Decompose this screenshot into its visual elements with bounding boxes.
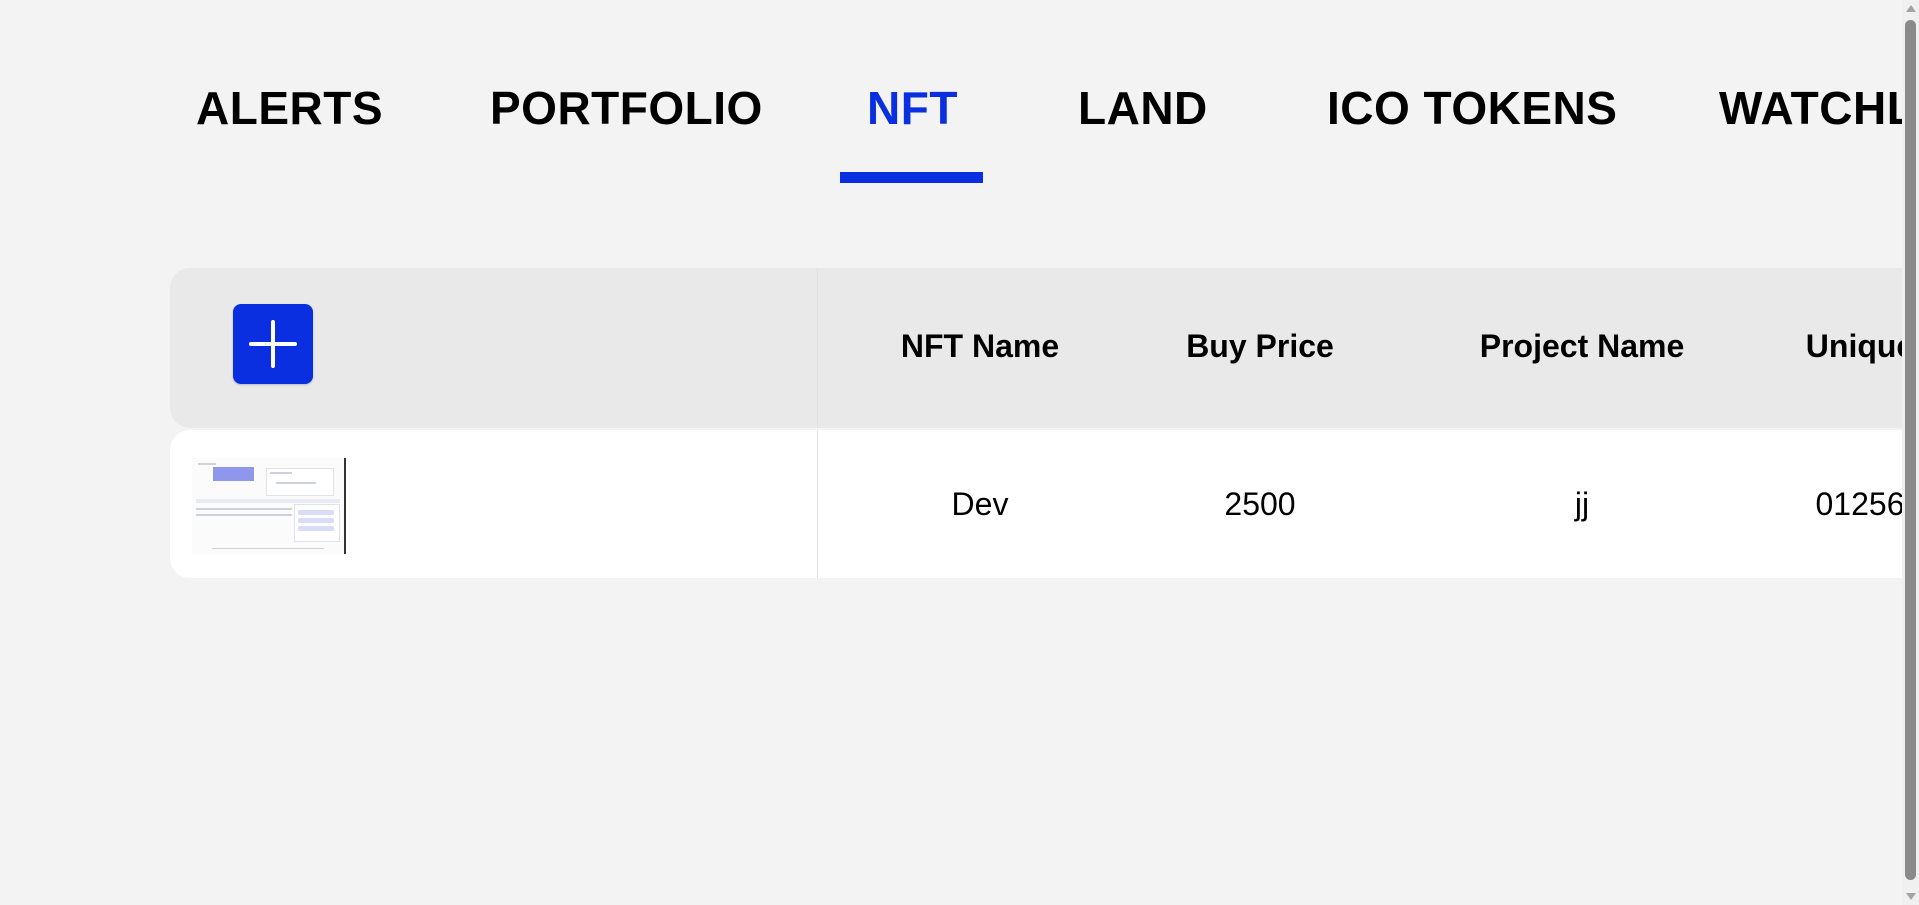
tab-portfolio[interactable]: PORTFOLIO bbox=[490, 80, 763, 136]
table-header-row: NFT Name Buy Price Project Name Unique bbox=[170, 268, 1902, 428]
cell-unique: 01256 bbox=[1815, 486, 1903, 522]
plus-icon bbox=[249, 320, 297, 368]
scroll-up-arrow-icon[interactable] bbox=[1906, 5, 1916, 12]
add-nft-button[interactable] bbox=[233, 304, 313, 384]
tab-ico-tokens[interactable]: ICO TOKENS bbox=[1327, 80, 1617, 136]
column-header-unique[interactable]: Unique bbox=[1760, 322, 1902, 370]
tab-nft[interactable]: NFT bbox=[867, 80, 958, 136]
active-tab-indicator bbox=[840, 172, 983, 183]
nft-thumbnail-image bbox=[192, 458, 346, 554]
table-row[interactable]: Dev 2500 jj 01256 bbox=[170, 430, 1902, 578]
column-divider bbox=[817, 430, 818, 578]
tab-land[interactable]: LAND bbox=[1078, 80, 1208, 136]
cell-project-name: jj bbox=[1574, 486, 1590, 522]
scrollbar-thumb[interactable] bbox=[1905, 20, 1916, 880]
cell-buy-price: 2500 bbox=[1224, 486, 1296, 522]
viewport: ALERTS PORTFOLIO NFT LAND ICO TOKENS WAT… bbox=[0, 0, 1902, 905]
tab-alerts[interactable]: ALERTS bbox=[196, 80, 383, 136]
tab-watchlist[interactable]: WATCHLIST bbox=[1719, 80, 1902, 136]
scroll-down-arrow-icon[interactable] bbox=[1906, 893, 1916, 900]
column-divider bbox=[817, 268, 818, 428]
vertical-scrollbar[interactable] bbox=[1902, 0, 1919, 905]
cell-nft-name: Dev bbox=[951, 486, 1009, 522]
column-header-buy-price[interactable]: Buy Price bbox=[1135, 322, 1385, 370]
column-header-project-name[interactable]: Project Name bbox=[1432, 322, 1732, 370]
column-header-nft-name[interactable]: NFT Name bbox=[855, 322, 1105, 370]
tab-bar: ALERTS PORTFOLIO NFT LAND ICO TOKENS WAT… bbox=[0, 0, 1902, 190]
